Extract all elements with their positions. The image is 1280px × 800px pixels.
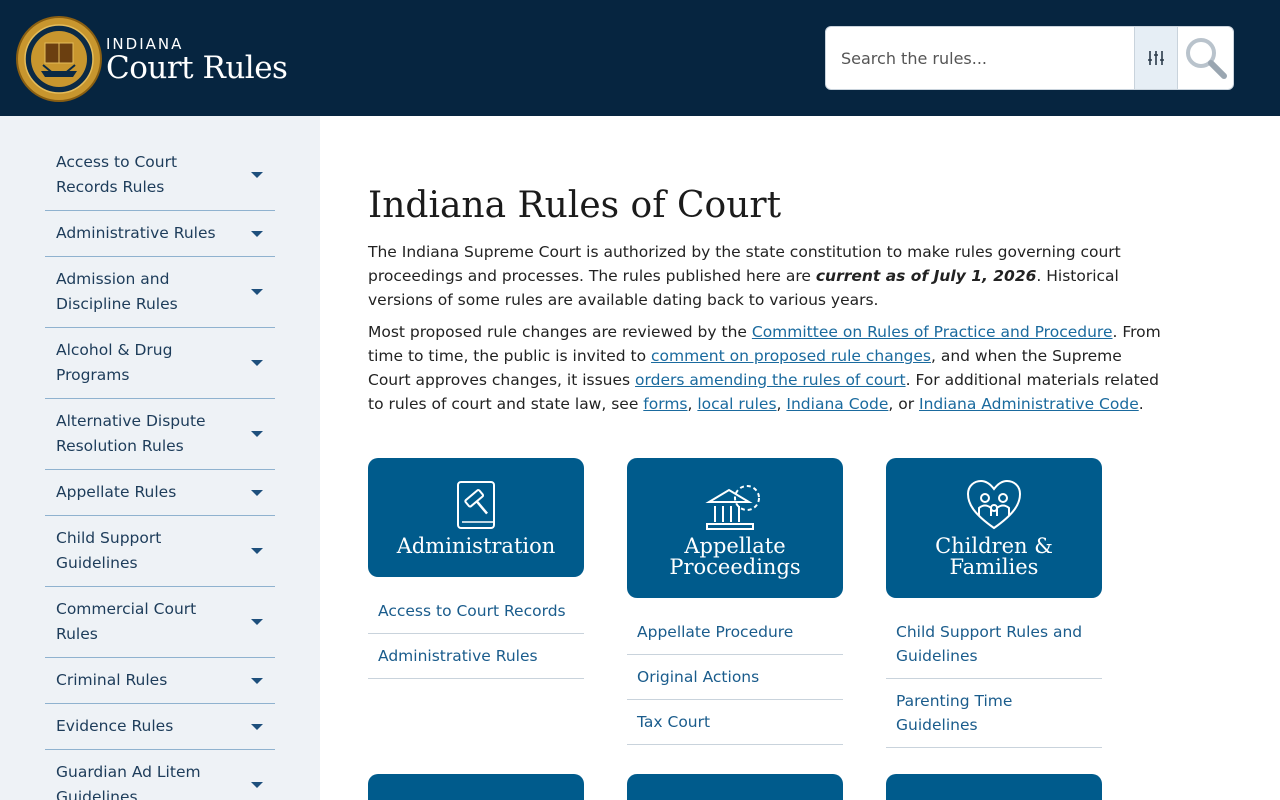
gavel-book-icon [457, 481, 495, 529]
card-children-families: Children & Families Child Support Rules … [886, 458, 1102, 748]
sidebar-item-label: Child Support Guidelines [56, 529, 162, 572]
separator: , [687, 395, 698, 413]
sidebar-item-label: Admission and Discipline Rules [56, 270, 178, 313]
site-header: INDIANA Court Rules [0, 0, 1280, 116]
card-title: Appellate [684, 534, 786, 558]
caret-down-icon[interactable] [251, 172, 263, 178]
card-title: Children & [935, 534, 1053, 558]
caret-down-icon[interactable] [251, 289, 263, 295]
committee-link[interactable]: Committee on Rules of Practice and Proce… [752, 323, 1113, 341]
separator: , or [888, 395, 920, 413]
card-title: Families [949, 555, 1039, 579]
page-title: Indiana Rules of Court [368, 185, 782, 226]
admin-code-link[interactable]: Indiana Administrative Code [919, 395, 1139, 413]
caret-down-icon[interactable] [251, 431, 263, 437]
sidebar-item[interactable]: Guardian Ad Litem Guidelines [45, 750, 275, 800]
site-brand[interactable]: INDIANA Court Rules [106, 36, 288, 86]
sliders-icon [1148, 51, 1164, 65]
caret-down-icon[interactable] [251, 723, 263, 730]
card-link-parenting-time[interactable]: Parenting Time Guidelines [886, 679, 1102, 748]
caret-down-icon[interactable] [251, 548, 263, 554]
forms-link[interactable]: forms [643, 395, 687, 413]
card-link-child-support[interactable]: Child Support Rules and Guidelines [886, 610, 1102, 679]
card-link-tax-court[interactable]: Tax Court [627, 700, 843, 745]
search-filter-button[interactable] [1134, 27, 1178, 89]
card-title: Proceedings [669, 555, 801, 579]
caret-down-icon[interactable] [251, 782, 263, 788]
sidebar-item[interactable]: Child Support Guidelines [45, 516, 275, 587]
sidebar-item[interactable]: Criminal Rules [45, 658, 275, 704]
card-link-appellate-procedure[interactable]: Appellate Procedure [627, 610, 843, 655]
indiana-code-link[interactable]: Indiana Code [786, 395, 888, 413]
intro-paragraph-1: The Indiana Supreme Court is authorized … [368, 240, 1168, 312]
sidebar-item-label: Access to Court Records Rules [56, 153, 178, 196]
comment-link[interactable]: comment on proposed rule changes [651, 347, 931, 365]
sidebar-item[interactable]: Commercial Court Rules [45, 587, 275, 658]
intro-text: . [1138, 395, 1144, 413]
card-links: Child Support Rules and Guidelines Paren… [886, 610, 1102, 748]
brand-title: Court Rules [106, 50, 288, 86]
sidebar-item-label: Alcohol & Drug Programs [56, 341, 173, 384]
card-administration-tile[interactable]: Administration [368, 458, 584, 577]
sidebar-item[interactable]: Appellate Rules [45, 470, 275, 516]
caret-down-icon[interactable] [251, 230, 263, 237]
sidebar-item-label: Alternative Dispute Resolution Rules [56, 412, 206, 455]
sidebar-nav: Access to Court Records Rules Administrat… [0, 116, 320, 800]
caret-down-icon[interactable] [251, 677, 263, 684]
intro-text: Most proposed rule changes are reviewed … [368, 323, 752, 341]
sidebar-item[interactable]: Administrative Rules [45, 211, 275, 257]
card-links: Access to Court Records Administrative R… [368, 589, 584, 679]
card-children-families-tile[interactable]: Children & Families [886, 458, 1102, 598]
main-content: Indiana Rules of Court The Indiana Supre… [368, 180, 1168, 424]
caret-down-icon[interactable] [251, 619, 263, 625]
sidebar-item[interactable]: Alternative Dispute Resolution Rules [45, 399, 275, 470]
search-input[interactable] [826, 27, 1134, 89]
sidebar-item-label: Appellate Rules [56, 483, 177, 501]
sidebar-item-label: Guardian Ad Litem Guidelines [56, 763, 201, 800]
card-links: Appellate Procedure Original Actions Tax… [627, 610, 843, 745]
local-rules-link[interactable]: local rules [697, 395, 776, 413]
family-heart-icon [966, 479, 1022, 530]
search-button[interactable] [1178, 27, 1233, 89]
sidebar-item[interactable]: Admission and Discipline Rules [45, 257, 275, 328]
intro-paragraph-2: Most proposed rule changes are reviewed … [368, 320, 1168, 416]
sidebar-item-label: Criminal Rules [56, 671, 168, 689]
sidebar-item[interactable]: Access to Court Records Rules [45, 140, 275, 211]
magnifier-icon [1186, 38, 1227, 79]
card-link-access-records[interactable]: Access to Court Records [368, 589, 584, 634]
card-administration: Administration Access to Court Records A… [368, 458, 584, 679]
sidebar-list: Access to Court Records Rules Administrat… [45, 140, 275, 800]
card-link-original-actions[interactable]: Original Actions [627, 655, 843, 700]
sidebar-item[interactable]: Alcohol & Drug Programs [45, 328, 275, 399]
sidebar-item-label: Commercial Court Rules [56, 600, 197, 643]
caret-down-icon[interactable] [251, 489, 263, 496]
card-title: Administration [396, 534, 556, 558]
card-tile-next-row[interactable] [886, 774, 1102, 800]
separator: , [776, 395, 787, 413]
sidebar-item-label: Administrative Rules [56, 224, 216, 242]
supreme-court-seal-icon[interactable] [15, 15, 103, 103]
current-date-emphasis: current as of July 1, 2026 [815, 267, 1037, 285]
courthouse-gear-icon [705, 485, 760, 530]
card-link-administrative-rules[interactable]: Administrative Rules [368, 634, 584, 679]
search-bar [825, 26, 1234, 90]
card-appellate-tile[interactable]: Appellate Proceedings [627, 458, 843, 598]
card-tile-next-row[interactable] [368, 774, 584, 800]
sidebar-item[interactable]: Evidence Rules [45, 704, 275, 750]
sidebar-item-label: Evidence Rules [56, 717, 174, 735]
card-tile-next-row[interactable] [627, 774, 843, 800]
caret-down-icon[interactable] [251, 360, 263, 366]
card-appellate: Appellate Proceedings Appellate Procedur… [627, 458, 843, 745]
orders-link[interactable]: orders amending the rules of court [635, 371, 906, 389]
